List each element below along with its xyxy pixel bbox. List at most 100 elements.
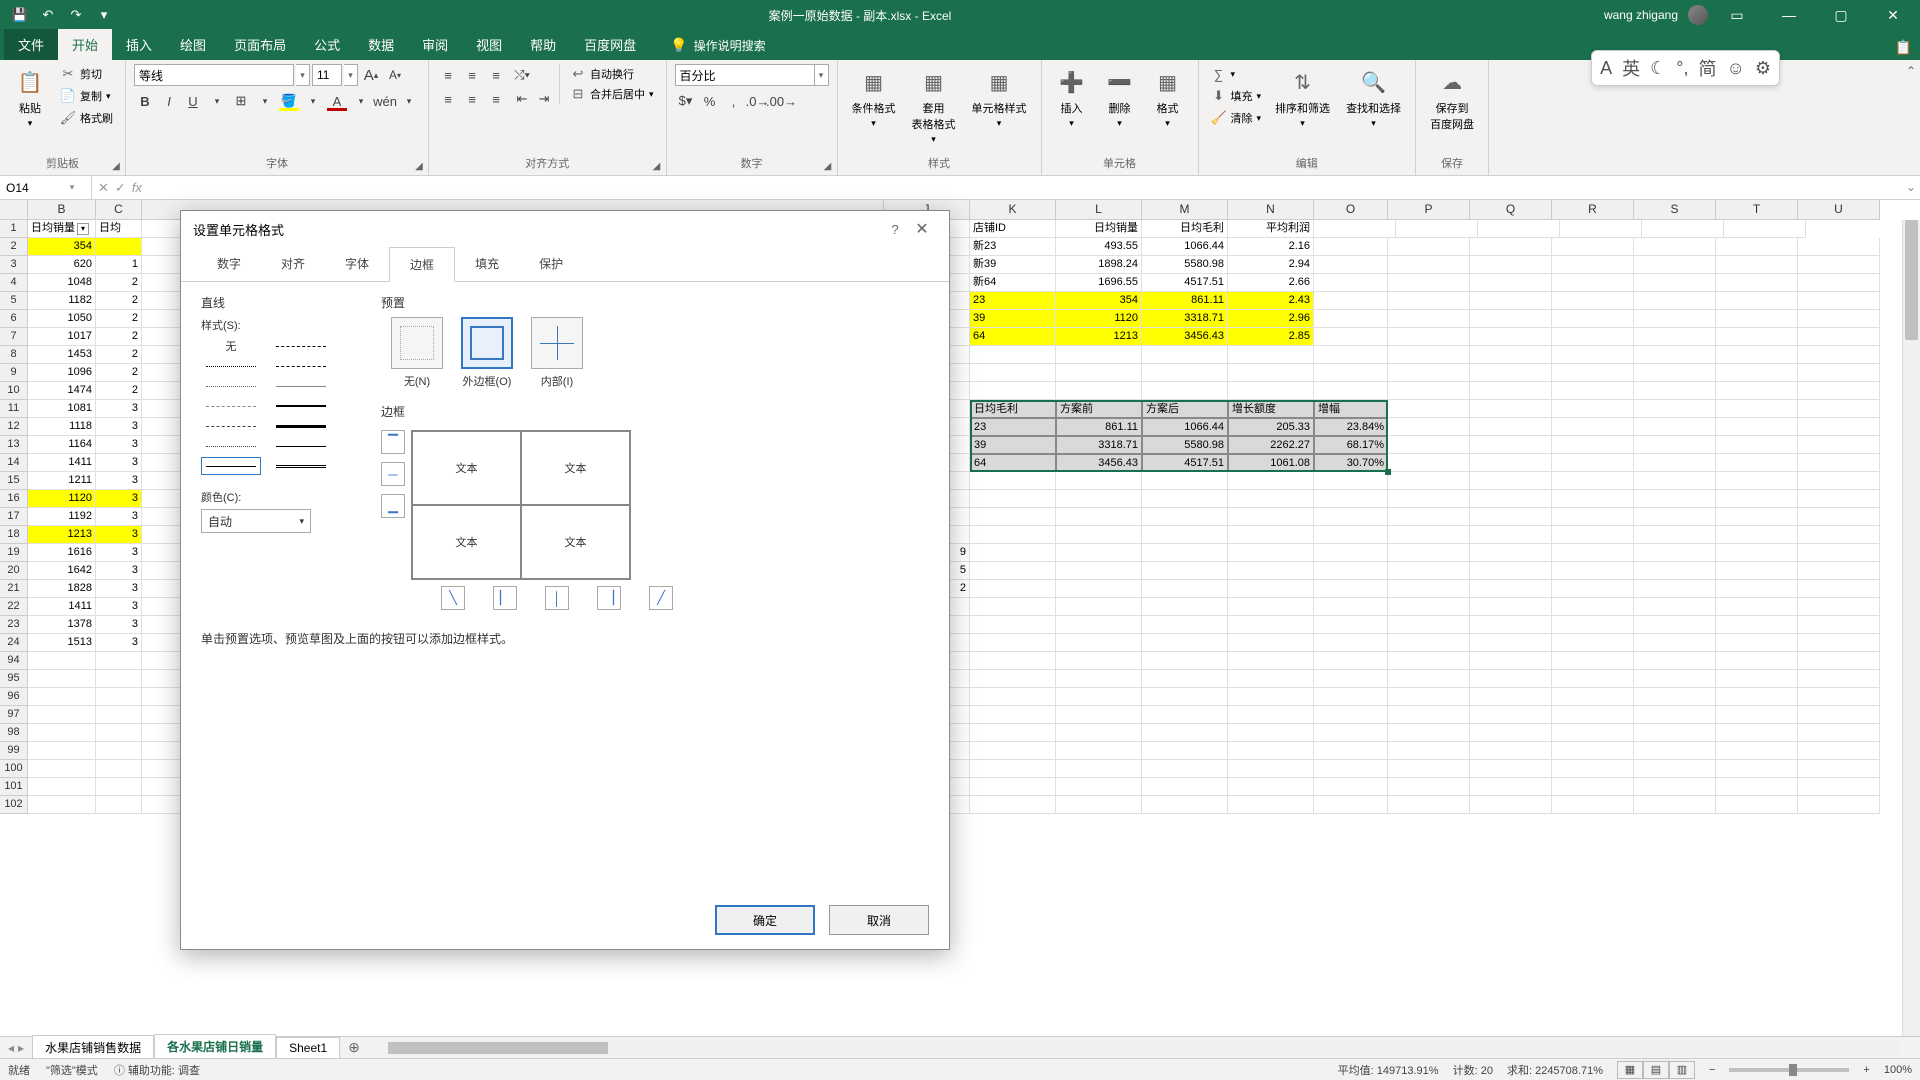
cell[interactable] — [96, 742, 142, 760]
cell[interactable] — [1142, 508, 1228, 526]
border-right-btn[interactable]: ▕ — [597, 586, 621, 610]
cell[interactable]: 2 — [96, 310, 142, 328]
cell[interactable]: 新39 — [970, 256, 1056, 274]
sort-filter-button[interactable]: ⇅排序和筛选▾ — [1269, 64, 1336, 131]
row-header[interactable]: 99 — [0, 742, 28, 760]
cell[interactable] — [1314, 760, 1388, 778]
zoom-thumb[interactable] — [1789, 1064, 1797, 1076]
vertical-scrollbar[interactable] — [1902, 220, 1920, 1036]
cell[interactable] — [1056, 778, 1142, 796]
cell[interactable] — [1716, 364, 1798, 382]
cell[interactable] — [1470, 346, 1552, 364]
tab-data[interactable]: 数据 — [354, 29, 408, 60]
number-launcher[interactable]: ◢ — [821, 159, 835, 173]
cell[interactable] — [1314, 328, 1388, 346]
cell[interactable]: 354 — [1056, 292, 1142, 310]
cell[interactable] — [1388, 400, 1470, 418]
cell[interactable] — [1716, 454, 1798, 472]
cell[interactable] — [1798, 778, 1880, 796]
cell[interactable] — [1314, 670, 1388, 688]
border-dropdown[interactable]: ▾ — [254, 90, 276, 112]
cell[interactable] — [970, 508, 1056, 526]
autosum-button[interactable]: ∑▾ — [1207, 64, 1266, 84]
cell[interactable] — [1142, 490, 1228, 508]
cell[interactable]: 4517.51 — [1142, 454, 1228, 472]
cell[interactable] — [1716, 760, 1798, 778]
cell[interactable] — [1560, 220, 1642, 238]
cell[interactable] — [1142, 778, 1228, 796]
cell[interactable] — [1798, 454, 1880, 472]
cell[interactable] — [1552, 562, 1634, 580]
tab-review[interactable]: 审阅 — [408, 29, 462, 60]
cell[interactable] — [1798, 760, 1880, 778]
cell[interactable] — [1470, 778, 1552, 796]
cell[interactable] — [1142, 670, 1228, 688]
share-icon[interactable]: 📋 — [1895, 39, 1912, 55]
cell[interactable] — [1798, 364, 1880, 382]
cell[interactable]: 1513 — [28, 634, 96, 652]
cell[interactable] — [1798, 346, 1880, 364]
cell[interactable] — [1142, 382, 1228, 400]
line-style-3[interactable] — [271, 357, 331, 375]
qat-undo[interactable]: ↶ — [36, 3, 60, 27]
cell[interactable] — [1634, 778, 1716, 796]
align-top[interactable]: ≡ — [437, 64, 459, 86]
cell[interactable]: 1061.08 — [1228, 454, 1314, 472]
add-sheet-button[interactable]: ⊕ — [340, 1039, 368, 1056]
decrease-decimal[interactable]: .00→ — [771, 90, 793, 112]
cell[interactable] — [1388, 634, 1470, 652]
line-style-5[interactable] — [271, 377, 331, 395]
find-select-button[interactable]: 🔍查找和选择▾ — [1340, 64, 1407, 131]
sheet-tab-1[interactable]: 水果店铺销售数据 — [32, 1035, 154, 1059]
ime-cn[interactable]: 简 — [1698, 55, 1716, 81]
cell[interactable] — [1552, 598, 1634, 616]
cell[interactable] — [1228, 652, 1314, 670]
row-header[interactable]: 20 — [0, 562, 28, 580]
row-header[interactable]: 15 — [0, 472, 28, 490]
row-header[interactable]: 19 — [0, 544, 28, 562]
delete-cells-button[interactable]: ➖删除▾ — [1098, 64, 1142, 131]
cell[interactable]: 3 — [96, 490, 142, 508]
ime-en[interactable]: 英 — [1622, 55, 1640, 81]
cell[interactable] — [96, 238, 142, 256]
decrease-font-button[interactable]: A▾ — [384, 64, 406, 86]
cell[interactable]: 3 — [96, 436, 142, 454]
cell[interactable] — [1634, 346, 1716, 364]
cell[interactable] — [1552, 778, 1634, 796]
cell[interactable] — [1228, 616, 1314, 634]
cell[interactable]: 5580.98 — [1142, 256, 1228, 274]
cut-button[interactable]: ✂剪切 — [56, 64, 117, 84]
cell[interactable]: 64 — [970, 454, 1056, 472]
cell[interactable] — [28, 652, 96, 670]
row-header[interactable]: 23 — [0, 616, 28, 634]
line-style-8[interactable] — [201, 417, 261, 435]
format-cells-button[interactable]: ▦格式▾ — [1146, 64, 1190, 131]
cell[interactable] — [1634, 490, 1716, 508]
cell[interactable] — [1228, 634, 1314, 652]
tab-baidu[interactable]: 百度网盘 — [570, 29, 650, 60]
name-box-dropdown[interactable]: ▾ — [66, 182, 78, 193]
cell[interactable] — [1552, 310, 1634, 328]
number-format-dropdown[interactable]: ▾ — [815, 64, 829, 86]
cell[interactable] — [1552, 760, 1634, 778]
cell[interactable] — [1314, 796, 1388, 814]
align-right[interactable]: ≡ — [485, 88, 507, 110]
cell[interactable] — [1716, 544, 1798, 562]
cell[interactable] — [1634, 544, 1716, 562]
cell[interactable] — [1716, 724, 1798, 742]
select-all-corner[interactable] — [0, 200, 28, 220]
cell[interactable]: 方案后 — [1142, 400, 1228, 418]
close-button[interactable]: ✕ — [1870, 0, 1916, 30]
cell[interactable]: 1164 — [28, 436, 96, 454]
line-style-12[interactable] — [201, 457, 261, 475]
cell[interactable] — [1142, 544, 1228, 562]
hscroll-thumb[interactable] — [388, 1042, 608, 1054]
cell[interactable] — [1314, 778, 1388, 796]
cell[interactable] — [1314, 274, 1388, 292]
cell[interactable] — [970, 580, 1056, 598]
line-style-7[interactable] — [271, 397, 331, 415]
row-header[interactable]: 3 — [0, 256, 28, 274]
tab-draw[interactable]: 绘图 — [166, 29, 220, 60]
cell[interactable] — [1056, 652, 1142, 670]
cell[interactable]: 2.85 — [1228, 328, 1314, 346]
